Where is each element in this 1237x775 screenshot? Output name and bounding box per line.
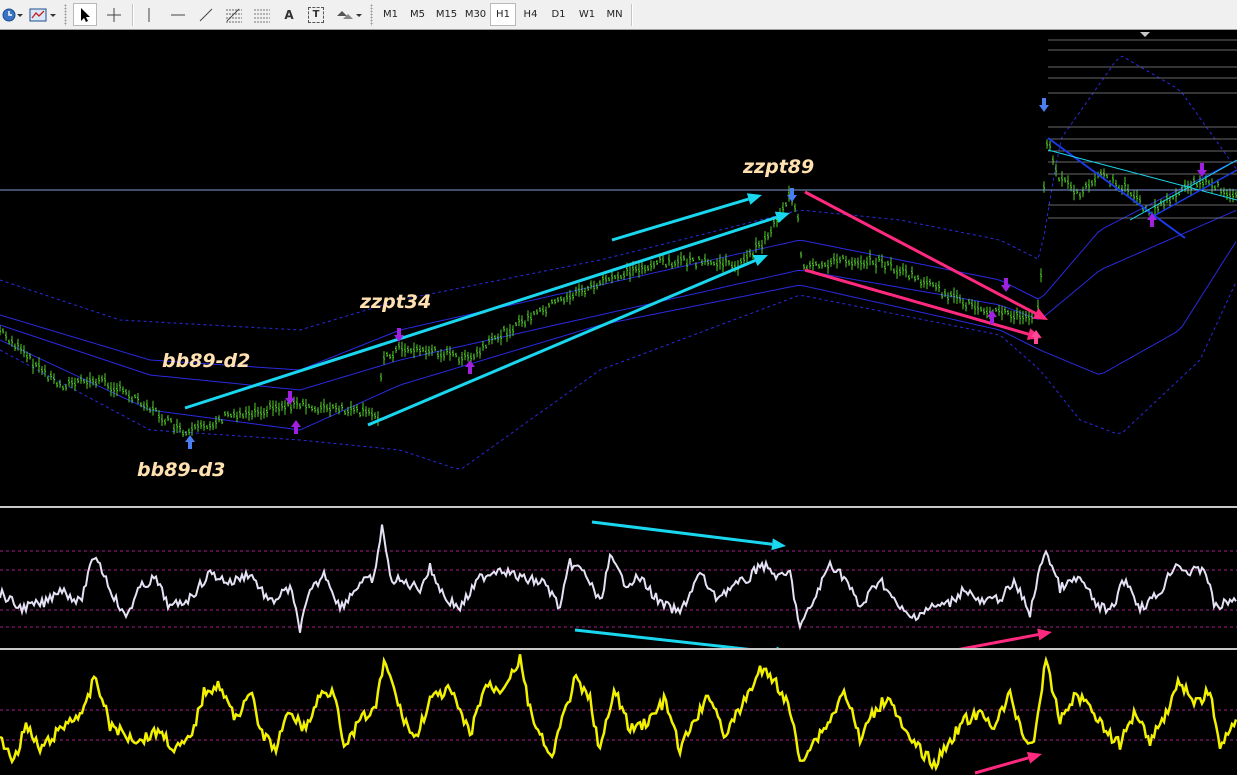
fractal-down-arrow — [1001, 278, 1011, 292]
timeframe-d1[interactable]: D1 — [546, 3, 571, 26]
osc2-arrows — [974, 752, 1042, 775]
oscillator-2-line — [0, 654, 1237, 772]
band-line-1 — [0, 160, 1237, 371]
annotation-zzpt34: zzpt34 — [359, 291, 431, 313]
fibonacci-icon[interactable] — [222, 3, 246, 26]
cyan-arrow-top-head — [746, 193, 762, 205]
annotation-bb89-d2: bb89-d2 — [162, 350, 250, 372]
price-chart[interactable]: bb89-d2 bb89-d3 zzpt34 zzpt89 — [0, 30, 1237, 506]
fractal-down-arrow — [1039, 98, 1049, 112]
osc1-cyan-arrow-bottom-shaft — [574, 628, 750, 648]
grid-lines-right — [1048, 39, 1237, 219]
oscillator-1-pane[interactable] — [0, 508, 1237, 648]
fractal-up-arrow — [465, 360, 475, 374]
osc2-pink-arrow-head — [1026, 752, 1042, 764]
band-line-0 — [0, 55, 1237, 331]
clock-icon[interactable] — [0, 3, 26, 26]
cyan-arrow-upper-shaft — [184, 215, 778, 410]
oscillator-1-line — [0, 524, 1237, 633]
osc1-cyan-arrow-top-shaft — [591, 520, 773, 546]
candle-bars — [0, 139, 1237, 437]
timeframe-h1[interactable]: H1 — [490, 3, 516, 26]
timeframe-m5[interactable]: M5 — [405, 3, 430, 26]
annotation-bb89-d3: bb89-d3 — [137, 459, 225, 481]
osc2-pink-arrow-shaft — [974, 756, 1029, 775]
fractal-up-arrow — [291, 420, 301, 434]
osc1-cyan-arrow-top-head — [771, 538, 786, 551]
price-candles — [0, 139, 1237, 437]
chart-toolbar: A T M1 M5 M15 M30 H1 H4 D1 W1 MN — [0, 0, 1237, 30]
pink-arrow-lower-shaft — [804, 268, 1029, 336]
horizontal-line-icon[interactable] — [166, 3, 190, 26]
text-tool-button[interactable]: A — [278, 3, 300, 26]
oscillator-2-pane[interactable] — [0, 650, 1237, 775]
toolbar-separator — [631, 4, 633, 26]
indicators-icon[interactable] — [28, 3, 58, 26]
trend-arrows — [184, 137, 1237, 427]
arrow-shapes-icon[interactable] — [333, 3, 365, 26]
timeframe-w1[interactable]: W1 — [574, 3, 600, 26]
fractal-up-arrow — [185, 435, 195, 449]
crosshair-icon[interactable] — [102, 3, 126, 26]
timeframe-h4[interactable]: H4 — [518, 3, 543, 26]
band-line-4 — [0, 281, 1237, 470]
toolbar-grip — [370, 4, 373, 26]
timeframe-m1[interactable]: M1 — [378, 3, 403, 26]
cursor-icon[interactable] — [73, 3, 97, 26]
vertical-line-icon[interactable] — [138, 3, 160, 26]
pink-arrow-upper-shaft — [804, 190, 1037, 315]
annotation-zzpt89: zzpt89 — [742, 156, 814, 178]
osc1-pink-arrow-shaft — [958, 633, 1039, 648]
chart-shift-marker[interactable] — [1140, 32, 1150, 37]
toolbar-grip — [64, 4, 67, 26]
osc1-arrows — [574, 520, 1052, 648]
trendline-icon[interactable] — [194, 3, 218, 26]
text-label-glyph: T — [308, 6, 324, 23]
timeframe-m15[interactable]: M15 — [432, 3, 461, 26]
blue-channel-line — [1047, 137, 1186, 239]
timeframe-m30[interactable]: M30 — [462, 3, 489, 26]
fractal-down-arrow — [1197, 163, 1207, 177]
timeframe-mn[interactable]: MN — [601, 3, 628, 26]
osc1-pink-arrow-head — [1037, 628, 1052, 641]
fibo-channel-icon[interactable] — [250, 3, 274, 26]
toolbar-separator — [132, 4, 134, 26]
text-label-icon[interactable]: T — [305, 3, 327, 26]
